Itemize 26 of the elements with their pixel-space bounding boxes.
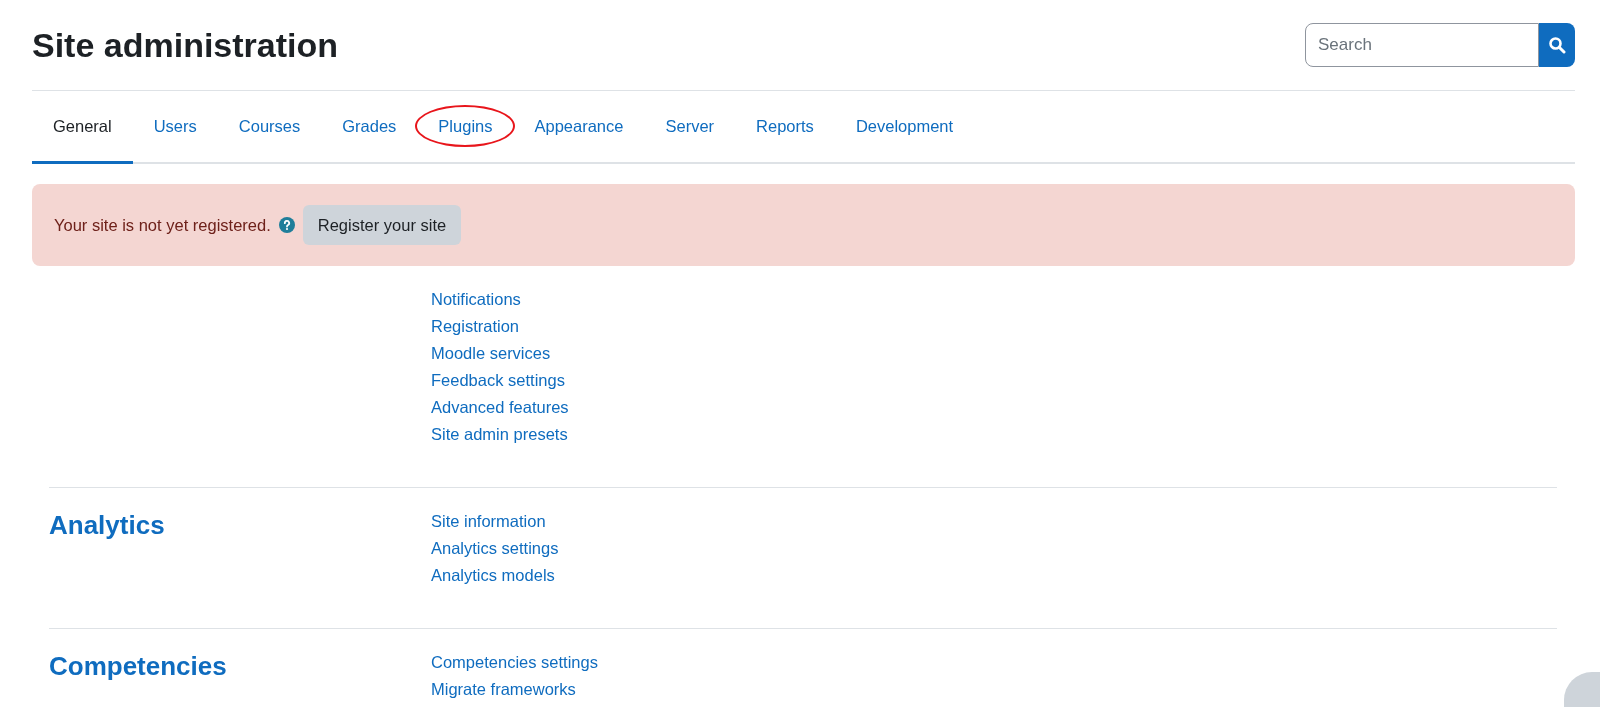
settings-link[interactable]: Feedback settings (431, 367, 565, 394)
settings-link[interactable]: Site admin presets (431, 421, 568, 448)
register-button[interactable]: Register your site (302, 204, 462, 246)
nav-tab[interactable]: Appearance (513, 91, 645, 164)
nav-tab[interactable]: General (32, 91, 133, 164)
nav-tab[interactable]: Reports (735, 91, 835, 164)
settings-link[interactable]: Moodle services (431, 340, 551, 367)
settings-link[interactable]: Analytics settings (431, 535, 559, 562)
settings-link[interactable]: Analytics models (431, 562, 555, 589)
page-title: Site administration (32, 24, 339, 66)
settings-link[interactable]: Advanced features (431, 394, 569, 421)
settings-link[interactable]: Notifications (431, 286, 521, 313)
nav-tab[interactable]: Server (644, 91, 736, 164)
section-heading[interactable]: Analytics (49, 508, 431, 542)
settings-link[interactable]: Migrate frameworks (431, 676, 576, 703)
settings-link[interactable]: Registration (431, 313, 520, 340)
alert-message: Your site is not yet registered. (54, 214, 271, 236)
nav-tab[interactable]: Users (132, 91, 218, 164)
nav-tab[interactable]: Grades (321, 91, 418, 164)
nav-tab[interactable]: Courses (217, 91, 322, 164)
nav-tab[interactable]: Plugins (417, 91, 514, 164)
settings-link[interactable]: Competencies settings (431, 649, 598, 676)
section-heading[interactable]: Competencies (49, 649, 431, 683)
search-field[interactable]: Search (1305, 23, 1540, 67)
nav-tab[interactable]: Development (834, 91, 975, 164)
settings-link[interactable]: Site information (431, 508, 546, 535)
